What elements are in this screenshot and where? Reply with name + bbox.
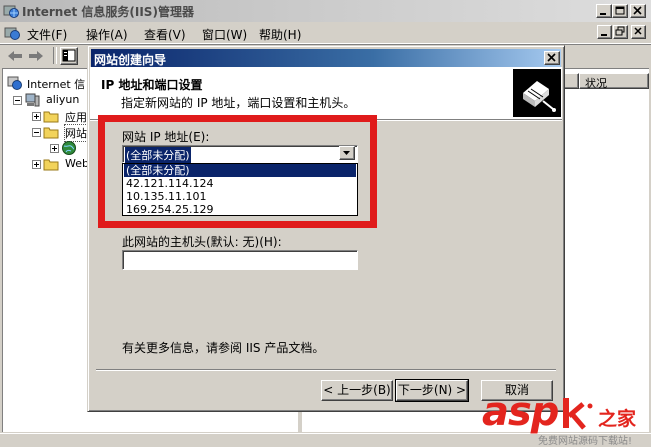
close-button[interactable] bbox=[630, 4, 646, 18]
back-button[interactable]: < 上一步(B) bbox=[321, 380, 393, 401]
maximize-button[interactable] bbox=[612, 4, 628, 18]
menu-bar: 文件(F) 操作(A) 查看(V) 窗口(W) 帮助(H) bbox=[0, 22, 651, 44]
tree-expand-toggle[interactable] bbox=[32, 112, 41, 121]
window-title: Internet 信息服务(IIS)管理器 bbox=[22, 5, 194, 19]
tree-item-iis-root[interactable]: Internet 信 bbox=[27, 76, 85, 92]
maximize-icon bbox=[615, 6, 625, 15]
mdi-restore-button[interactable] bbox=[613, 25, 628, 39]
wizard-header: IP 地址和端口设置 指定新网站的 IP 地址，端口设置和主机头。 bbox=[90, 67, 562, 120]
iis-icon bbox=[3, 5, 19, 18]
folder-icon bbox=[43, 111, 59, 123]
iis-icon[interactable] bbox=[4, 25, 20, 41]
host-header-label: 此网站的主机头(默认: 无)(H): bbox=[122, 235, 282, 249]
menu-action[interactable]: 操作(A) bbox=[86, 26, 128, 43]
more-info-text: 有关更多信息，请参阅 IIS 产品文档。 bbox=[122, 341, 325, 355]
tree-item-server[interactable]: aliyun bbox=[46, 93, 79, 106]
next-button[interactable]: 下一步(N) > bbox=[395, 379, 469, 402]
column-header-status[interactable]: 状况 bbox=[579, 73, 649, 90]
red-highlight-box bbox=[98, 115, 377, 228]
main-title-bar[interactable]: Internet 信息服务(IIS)管理器 bbox=[0, 0, 651, 22]
toolbar-separator bbox=[53, 47, 57, 64]
column-header-status-label: 状况 bbox=[585, 77, 607, 90]
back-arrow-icon[interactable] bbox=[6, 48, 24, 64]
show-hide-tree-button[interactable] bbox=[60, 47, 78, 65]
menu-file[interactable]: 文件(F) bbox=[27, 26, 67, 43]
close-icon bbox=[547, 53, 556, 62]
wizard-book-icon bbox=[513, 69, 561, 117]
watermark-brand-suffix: 之家 bbox=[598, 408, 637, 430]
watermark-brand: asp bbox=[482, 389, 559, 435]
wizard-step-heading: IP 地址和端口设置 bbox=[101, 78, 203, 92]
close-icon bbox=[633, 6, 642, 15]
button-divider bbox=[96, 369, 556, 371]
tree-item-web-extensions[interactable]: Web bbox=[65, 157, 89, 170]
menu-view[interactable]: 查看(V) bbox=[144, 26, 186, 43]
dialog-title: 网站创建向导 bbox=[94, 53, 167, 67]
watermark-tagline: 免费网站源码下载站! bbox=[538, 436, 633, 447]
wizard-step-description: 指定新网站的 IP 地址，端口设置和主机头。 bbox=[121, 96, 356, 110]
forward-arrow-icon[interactable] bbox=[27, 48, 45, 64]
server-icon bbox=[25, 93, 40, 107]
console-tree-icon bbox=[62, 49, 76, 62]
mdi-minimize-button[interactable] bbox=[597, 25, 612, 39]
tree-expand-toggle[interactable] bbox=[50, 144, 59, 153]
website-wizard-dialog: 网站创建向导 IP 地址和端口设置 指定新网站的 IP 地址，端口设置和主机头。… bbox=[87, 45, 565, 412]
tree-collapse-toggle[interactable] bbox=[32, 128, 41, 137]
close-icon bbox=[634, 27, 642, 35]
globe-icon[interactable] bbox=[61, 140, 77, 156]
minimize-button[interactable] bbox=[596, 4, 612, 18]
tree-collapse-toggle[interactable] bbox=[13, 96, 22, 105]
watermark-logo-mark bbox=[563, 398, 593, 430]
restore-icon bbox=[615, 26, 625, 36]
folder-icon bbox=[43, 159, 59, 171]
folder-icon bbox=[43, 127, 59, 139]
mdi-close-button[interactable] bbox=[631, 25, 646, 39]
menu-help[interactable]: 帮助(H) bbox=[259, 26, 301, 43]
dialog-close-button[interactable] bbox=[544, 51, 560, 65]
tree-item-app-pools[interactable]: 应用 bbox=[65, 109, 87, 125]
tree-item-websites[interactable]: 网站 bbox=[64, 124, 88, 142]
dialog-title-bar[interactable]: 网站创建向导 bbox=[91, 49, 561, 67]
iis-globe-icon bbox=[7, 76, 22, 90]
tree-expand-toggle[interactable] bbox=[32, 160, 41, 169]
minimize-icon bbox=[600, 13, 606, 15]
menu-window[interactable]: 窗口(W) bbox=[202, 26, 247, 43]
minimize-icon bbox=[601, 34, 607, 36]
host-header-input[interactable] bbox=[122, 250, 358, 270]
